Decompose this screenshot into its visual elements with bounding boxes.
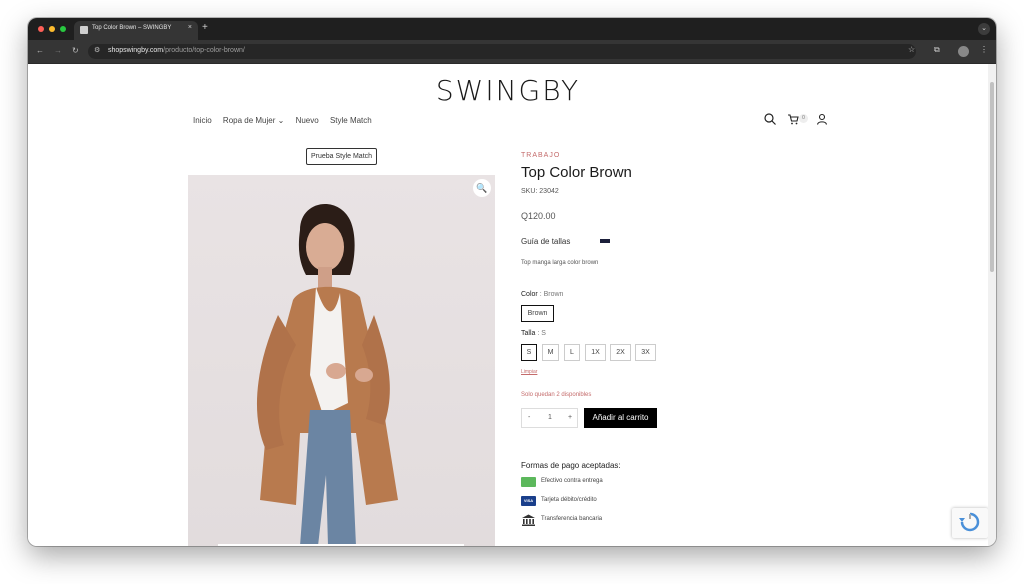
visa-card-icon: VISA bbox=[521, 496, 536, 506]
browser-menu-icon[interactable]: ⋮ bbox=[980, 45, 988, 54]
back-icon[interactable]: ← bbox=[36, 46, 44, 55]
payment-method-cash: Efectivo contra entrega bbox=[541, 478, 603, 484]
url-text: shopswingby.com/producto/top-color-brown… bbox=[108, 47, 245, 54]
size-option-m[interactable]: M bbox=[542, 344, 559, 361]
scrollbar-thumb[interactable] bbox=[990, 82, 994, 272]
model-photo bbox=[256, 203, 398, 546]
extensions-icon[interactable]: ⧉ bbox=[934, 45, 940, 55]
size-option-s[interactable]: S bbox=[521, 344, 537, 361]
new-tab-button[interactable]: + bbox=[202, 22, 208, 33]
payment-method-transfer: Transferencia bancaria bbox=[541, 516, 603, 522]
quantity-stepper: - 1 + bbox=[521, 408, 578, 428]
payment-method-card: Tarjeta débito/crédito bbox=[541, 497, 597, 503]
size-option-2x[interactable]: 2X bbox=[610, 344, 631, 361]
size-guide-link[interactable]: Guía de tallas bbox=[521, 237, 570, 246]
size-option-1x[interactable]: 1X bbox=[585, 344, 606, 361]
profile-avatar[interactable] bbox=[958, 46, 969, 57]
main-nav: Inicio Ropa de Mujer ⌄ Nuevo Style Match bbox=[193, 116, 381, 125]
tab-title: Top Color Brown – SWINGBY bbox=[92, 25, 172, 31]
cart-icon[interactable] bbox=[787, 113, 799, 125]
tab-search-icon[interactable]: ⌄ bbox=[978, 23, 990, 35]
site-info-icon[interactable]: ⚙ bbox=[94, 46, 100, 54]
size-guide-icon[interactable] bbox=[600, 239, 610, 243]
reload-icon[interactable]: ↻ bbox=[72, 46, 79, 55]
maximize-window-button[interactable] bbox=[60, 26, 66, 32]
web-page: SWINGBY Inicio Ropa de Mujer ⌄ Nuevo Sty… bbox=[28, 64, 988, 546]
browser-window: Top Color Brown – SWINGBY × + ⌄ ← → ↻ ⚙ … bbox=[28, 18, 996, 546]
bookmark-star-icon[interactable]: ☆ bbox=[908, 45, 915, 54]
size-attribute-label: Talla : S bbox=[521, 330, 546, 337]
product-sku: SKU: 23042 bbox=[521, 188, 559, 195]
account-icon[interactable] bbox=[816, 113, 828, 125]
nav-item-inicio[interactable]: Inicio bbox=[193, 116, 212, 125]
page-scrollbar[interactable] bbox=[988, 64, 996, 546]
nav-item-style-match[interactable]: Style Match bbox=[330, 116, 372, 125]
color-attribute-label: Color : Brown bbox=[521, 291, 564, 298]
bank-icon bbox=[522, 514, 535, 526]
nav-item-nuevo[interactable]: Nuevo bbox=[296, 116, 319, 125]
cart-count-badge: 0 bbox=[799, 114, 808, 123]
search-icon[interactable] bbox=[764, 113, 776, 125]
payment-methods-title: Formas de pago aceptadas: bbox=[521, 461, 621, 470]
product-title: Top Color Brown bbox=[521, 164, 632, 181]
cash-icon bbox=[521, 477, 536, 487]
recaptcha-badge[interactable] bbox=[952, 508, 988, 538]
color-option-brown[interactable]: Brown bbox=[521, 305, 554, 322]
close-window-button[interactable] bbox=[38, 26, 44, 32]
size-option-l[interactable]: L bbox=[564, 344, 580, 361]
style-match-try-button[interactable]: Prueba Style Match bbox=[306, 148, 377, 165]
nav-item-ropa-de-mujer[interactable]: Ropa de Mujer ⌄ bbox=[223, 116, 284, 125]
add-to-cart-button[interactable]: Añadir al carrito bbox=[584, 408, 657, 428]
product-description: Top manga larga color brown bbox=[521, 260, 599, 266]
gallery-indicator bbox=[218, 544, 464, 546]
recaptcha-icon bbox=[959, 512, 980, 532]
forward-icon[interactable]: → bbox=[54, 46, 62, 55]
close-tab-icon[interactable]: × bbox=[188, 24, 192, 31]
qty-input[interactable]: 1 bbox=[548, 414, 552, 421]
stock-notice: Solo quedan 2 disponibles bbox=[521, 392, 592, 398]
size-option-3x[interactable]: 3X bbox=[635, 344, 656, 361]
product-price: Q120.00 bbox=[521, 211, 556, 221]
product-category-link[interactable]: TRABAJO bbox=[521, 152, 560, 159]
browser-toolbar: ← → ↻ ⚙ shopswingby.com/producto/top-col… bbox=[28, 40, 996, 64]
qty-plus-button[interactable]: + bbox=[568, 414, 572, 421]
qty-minus-button[interactable]: - bbox=[528, 414, 530, 421]
address-bar[interactable]: ⚙ shopswingby.com/producto/top-color-bro… bbox=[88, 44, 916, 59]
clear-selection-link[interactable]: Limpiar bbox=[521, 369, 537, 375]
minimize-window-button[interactable] bbox=[49, 26, 55, 32]
product-image[interactable]: 🔍 bbox=[188, 175, 495, 546]
browser-tab[interactable]: Top Color Brown – SWINGBY × bbox=[74, 21, 198, 40]
zoom-icon[interactable]: 🔍 bbox=[473, 179, 491, 197]
favicon-icon bbox=[80, 26, 88, 34]
site-logo[interactable]: SWINGBY bbox=[28, 74, 988, 107]
tab-bar: Top Color Brown – SWINGBY × + ⌄ bbox=[28, 18, 996, 40]
